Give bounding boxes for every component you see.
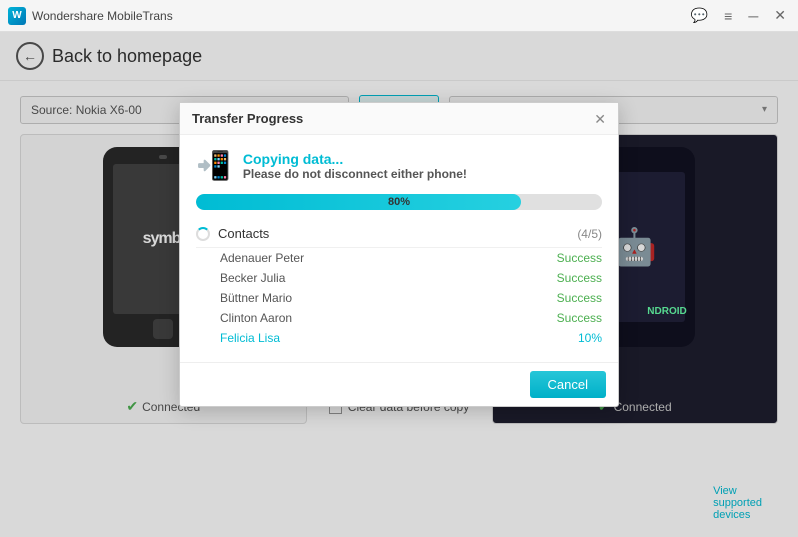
transfer-progress-dialog: Transfer Progress ✕ 📲 Copying data... Pl… [179, 102, 619, 407]
contact-item: Becker Julia Success [196, 268, 602, 288]
copying-subtitle: Please do not disconnect either phone! [243, 167, 467, 181]
contacts-count: (4/5) [577, 227, 602, 241]
dialog-body: 📲 Copying data... Please do not disconne… [180, 135, 618, 362]
contact-status-3: Success [557, 291, 602, 305]
cancel-button[interactable]: Cancel [530, 371, 606, 398]
app-icon: W [8, 7, 26, 25]
titlebar: W Wondershare MobileTrans 💬 ≡ ─ ✕ [0, 0, 798, 32]
main-content: ← Back to homepage Source: Nokia X6-00 ▾… [0, 32, 798, 537]
progress-fill [196, 194, 521, 210]
contact-name-2: Becker Julia [220, 271, 285, 285]
contact-name-4: Clinton Aaron [220, 311, 292, 325]
contact-name-1: Adenauer Peter [220, 251, 304, 265]
chat-icon[interactable]: 💬 [687, 5, 712, 26]
minimize-icon[interactable]: ─ [744, 6, 762, 26]
contact-item: Büttner Mario Success [196, 288, 602, 308]
progress-label: 80% [388, 196, 410, 208]
contact-item: Clinton Aaron Success [196, 308, 602, 328]
spinner-icon [196, 227, 210, 241]
menu-icon[interactable]: ≡ [720, 6, 736, 26]
app-title: Wondershare MobileTrans [32, 9, 173, 23]
contact-item: Adenauer Peter Success [196, 248, 602, 268]
contact-name-5: Felicia Lisa [220, 331, 280, 345]
contacts-label: Contacts [218, 226, 269, 241]
dialog-overlay: Transfer Progress ✕ 📲 Copying data... Pl… [0, 32, 798, 537]
contact-status-5: 10% [578, 331, 602, 345]
contact-name-3: Büttner Mario [220, 291, 292, 305]
close-icon[interactable]: ✕ [770, 5, 790, 26]
dialog-footer: Cancel [180, 362, 618, 406]
copy-header: 📲 Copying data... Please do not disconne… [196, 149, 602, 182]
dialog-header: Transfer Progress ✕ [180, 103, 618, 135]
dialog-title: Transfer Progress [192, 111, 303, 126]
copy-text: Copying data... Please do not disconnect… [243, 151, 467, 181]
contact-item: Felicia Lisa 10% [196, 328, 602, 348]
dialog-close-button[interactable]: ✕ [594, 112, 606, 126]
copy-phones-icon: 📲 [196, 149, 231, 182]
contact-status-1: Success [557, 251, 602, 265]
contact-status-4: Success [557, 311, 602, 325]
contacts-row: Contacts (4/5) [196, 222, 602, 248]
copying-title: Copying data... [243, 151, 467, 167]
progress-bar-container: 80% [196, 194, 602, 210]
contact-status-2: Success [557, 271, 602, 285]
